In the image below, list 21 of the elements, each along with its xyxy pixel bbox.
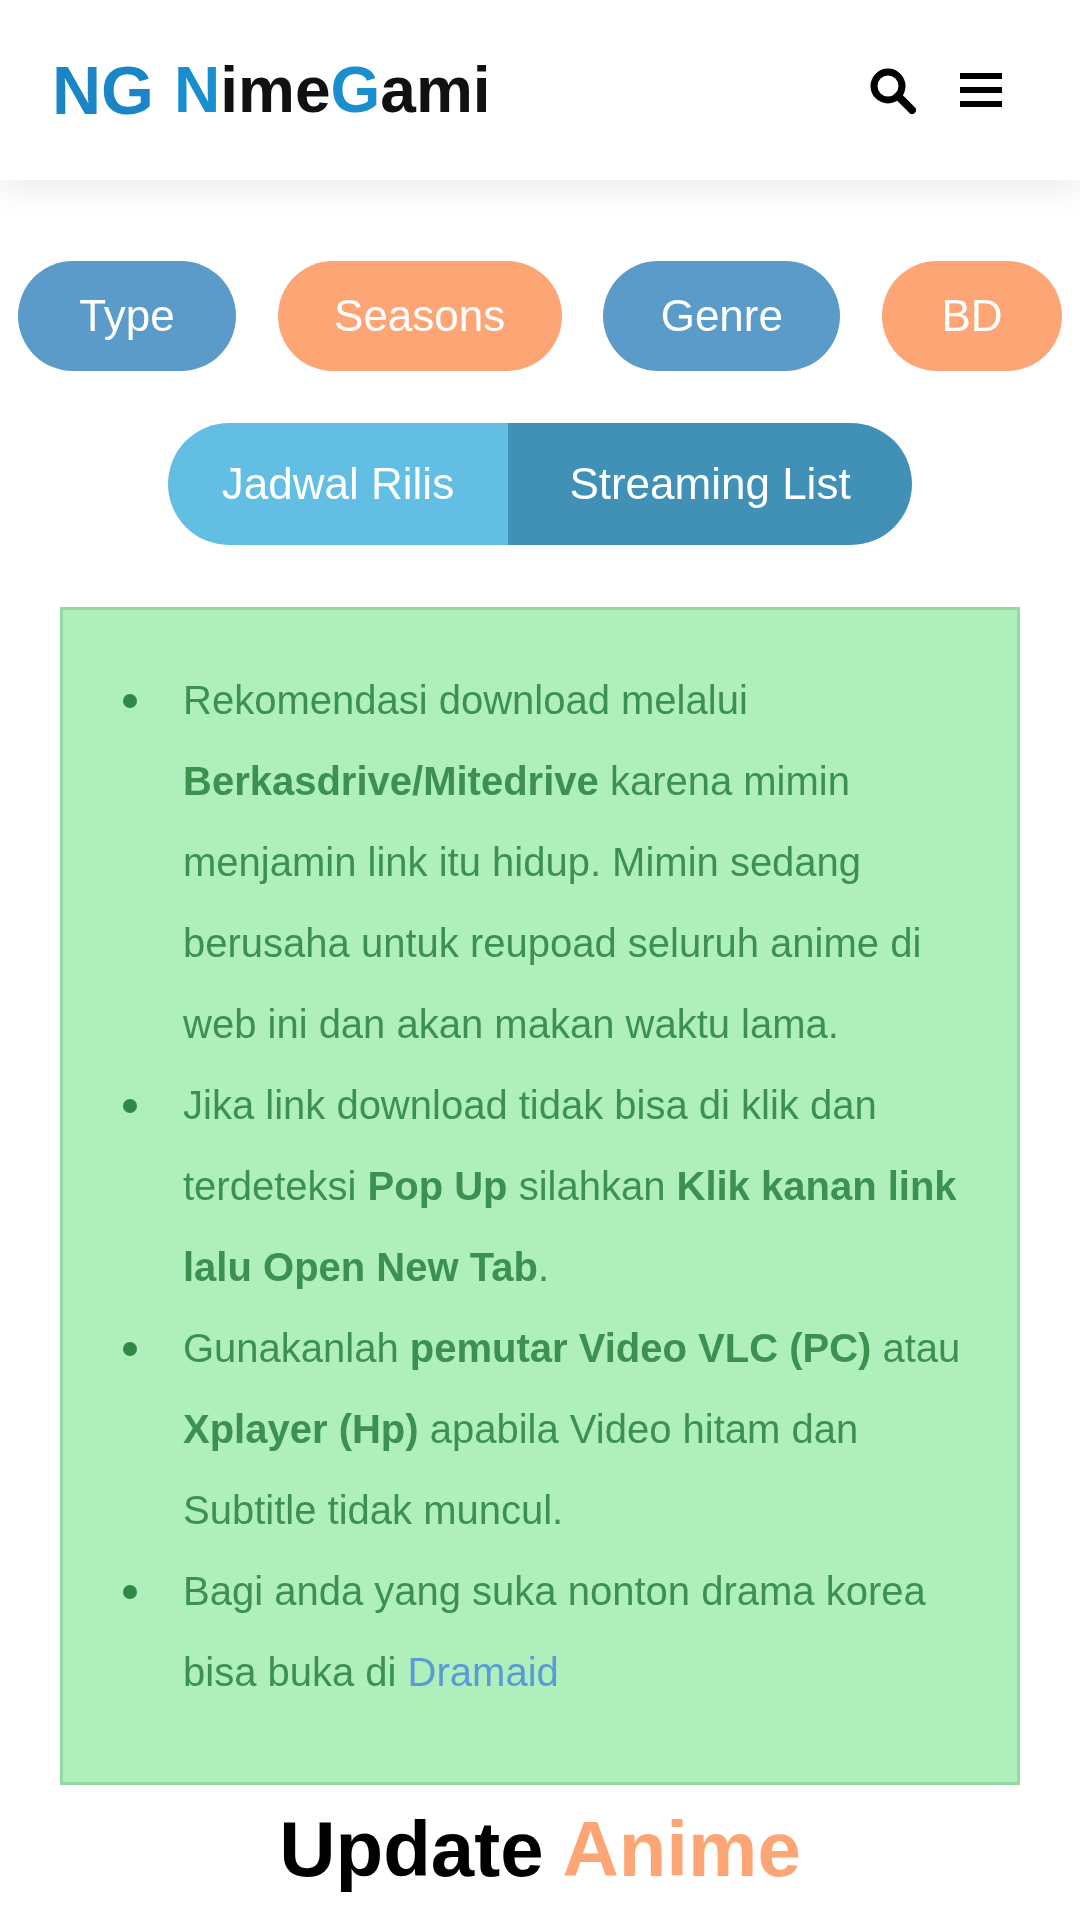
dramaid-link[interactable]: Dramaid <box>407 1650 559 1694</box>
menu-icon[interactable] <box>960 71 1002 109</box>
category-button[interactable]: Seasons <box>277 261 562 371</box>
logo-mark: NG <box>51 56 155 124</box>
notice-text: Jika link download tidak bisa di klik dan terdeteksi Pop Up silahkan Klik kanan link lalu Open New Tab. <box>183 1082 958 1291</box>
search-icon[interactable] <box>868 66 916 114</box>
category-button[interactable]: BD <box>881 261 1062 371</box>
category-button[interactable]: Type <box>18 261 236 371</box>
bullet-icon <box>123 694 137 708</box>
site-logo[interactable]: NG NimeGami <box>48 56 491 124</box>
bullet-icon <box>123 1099 137 1113</box>
bullet-icon <box>123 1585 137 1599</box>
notice-text: Bagi anda yang suka nonton drama korea bisa buka di Dramaid <box>183 1568 927 1696</box>
bullet-icon <box>123 1342 137 1356</box>
section-heading: Update Anime <box>279 1807 801 1893</box>
logo-text: NimeGami <box>174 58 491 122</box>
category-button[interactable]: Genre <box>603 261 841 371</box>
notice-text: Gunakanlah pemutar Video VLC (PC) atau Xplayer (Hp) apabila Video hitam dan Subtitle tidak muncul. <box>183 1325 962 1534</box>
nav-button[interactable]: Jadwal Rilis <box>168 423 508 545</box>
notice-text: Rekomendasi download melalui Berkasdrive/Mitedrive karena mimin menjamin link itu hidup. Mimin sedang berusaha untuk reupoad seluruh anime di web ini dan akan makan waktu lama. <box>183 677 923 1048</box>
nav-button[interactable]: Streaming List <box>508 423 912 545</box>
